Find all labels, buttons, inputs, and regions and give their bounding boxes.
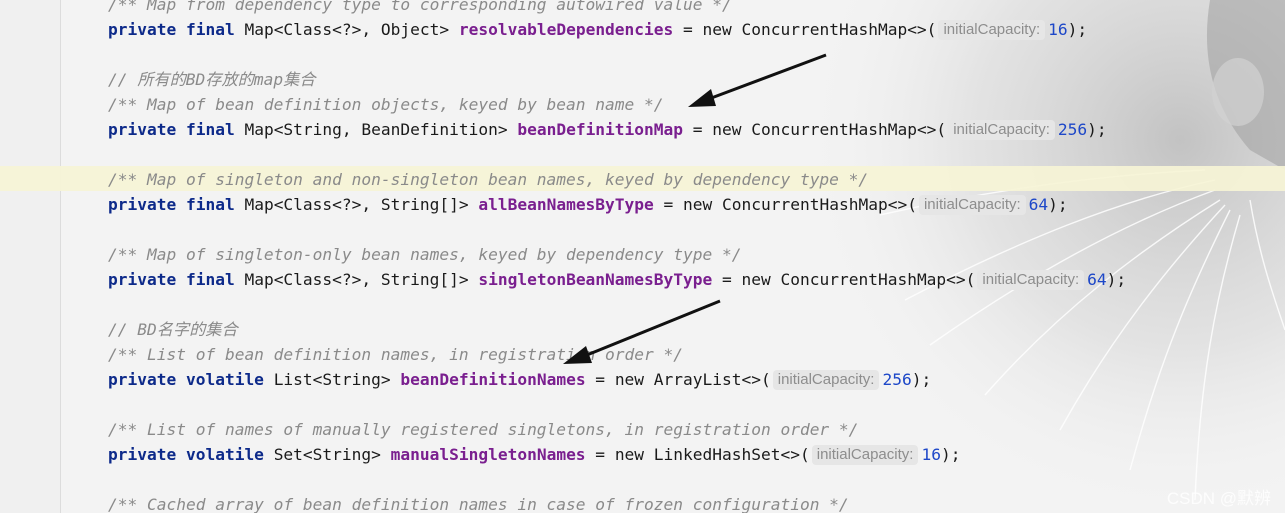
code-comment-line: // BD名字的集合 bbox=[108, 320, 238, 339]
field-name: manualSingletonNames bbox=[390, 445, 586, 464]
code-editor[interactable]: /** Map from dependency type to correspo… bbox=[0, 0, 1285, 513]
number-literal: 256 bbox=[882, 370, 912, 389]
field-type: Map<Class<?>, String[]> bbox=[244, 195, 469, 214]
code-comment-line: /** List of names of manually registered… bbox=[108, 420, 859, 439]
field-type: List<String> bbox=[273, 370, 391, 389]
code-comment-line: /** Map of bean definition objects, keye… bbox=[108, 95, 664, 114]
code-line-resolvable-dependencies: private final Map<Class<?>, Object> reso… bbox=[108, 20, 1088, 40]
number-literal: 256 bbox=[1057, 120, 1088, 139]
constructor-call: new ArrayList<>( bbox=[614, 370, 771, 389]
code-comment-line: // 所有的BD存放的map集合 bbox=[108, 70, 316, 89]
code-area[interactable]: /** Map from dependency type to correspo… bbox=[0, 0, 1285, 513]
constructor-call: new ConcurrentHashMap<>( bbox=[702, 20, 937, 39]
number-literal: 16 bbox=[1048, 20, 1068, 39]
keyword-modifiers: private volatile bbox=[108, 445, 264, 464]
field-type: Set<String> bbox=[273, 445, 381, 464]
constructor-call: new ConcurrentHashMap<>( bbox=[683, 195, 917, 214]
field-name: beanDefinitionNames bbox=[400, 370, 586, 389]
code-line-singleton-bean-names-by-type: private final Map<Class<?>, String[]> si… bbox=[108, 270, 1127, 290]
constructor-call: new ConcurrentHashMap<>( bbox=[712, 120, 947, 139]
code-comment-line: /** List of bean definition names, in re… bbox=[108, 345, 683, 364]
code-line-bean-definition-map: private final Map<String, BeanDefinition… bbox=[108, 120, 1107, 140]
field-name: resolvableDependencies bbox=[458, 20, 674, 39]
watermark: CSDN @默辨 bbox=[1166, 489, 1271, 508]
field-type: Map<Class<?>, Object> bbox=[244, 20, 450, 39]
number-literal: 64 bbox=[1087, 270, 1107, 289]
keyword-modifiers: private final bbox=[108, 20, 235, 39]
keyword-modifiers: private volatile bbox=[108, 370, 264, 389]
code-comment-line: /** Map of singleton and non-singleton b… bbox=[108, 170, 869, 189]
parameter-hint: initialCapacity: bbox=[938, 20, 1046, 40]
code-line-manual-singleton-names: private volatile Set<String> manualSingl… bbox=[108, 445, 961, 465]
code-line-all-bean-names-by-type: private final Map<Class<?>, String[]> al… bbox=[108, 195, 1068, 215]
parameter-hint: initialCapacity: bbox=[977, 270, 1085, 290]
parameter-hint: initialCapacity: bbox=[811, 445, 919, 465]
code-comment-line: /** Map of singleton-only bean names, ke… bbox=[108, 245, 742, 264]
keyword-modifiers: private final bbox=[108, 195, 235, 214]
field-name: allBeanNamesByType bbox=[478, 195, 654, 214]
constructor-call: new LinkedHashSet<>( bbox=[614, 445, 810, 464]
field-type: Map<String, BeanDefinition> bbox=[244, 120, 508, 139]
parameter-hint: initialCapacity: bbox=[918, 195, 1026, 215]
parameter-hint: initialCapacity: bbox=[772, 370, 880, 390]
keyword-modifiers: private final bbox=[108, 270, 235, 289]
code-comment-line: /** Cached array of bean definition name… bbox=[108, 495, 849, 513]
keyword-modifiers: private final bbox=[108, 120, 235, 139]
number-literal: 64 bbox=[1028, 195, 1049, 214]
number-literal: 16 bbox=[921, 445, 941, 464]
code-line-bean-definition-names: private volatile List<String> beanDefini… bbox=[108, 370, 932, 390]
code-comment-line: /** Map from dependency type to correspo… bbox=[108, 0, 732, 14]
constructor-call: new ConcurrentHashMap<>( bbox=[741, 270, 976, 289]
field-type: Map<Class<?>, String[]> bbox=[244, 270, 469, 289]
field-name: singletonBeanNamesByType bbox=[478, 270, 713, 289]
field-name: beanDefinitionMap bbox=[517, 120, 684, 139]
parameter-hint: initialCapacity: bbox=[948, 120, 1055, 140]
